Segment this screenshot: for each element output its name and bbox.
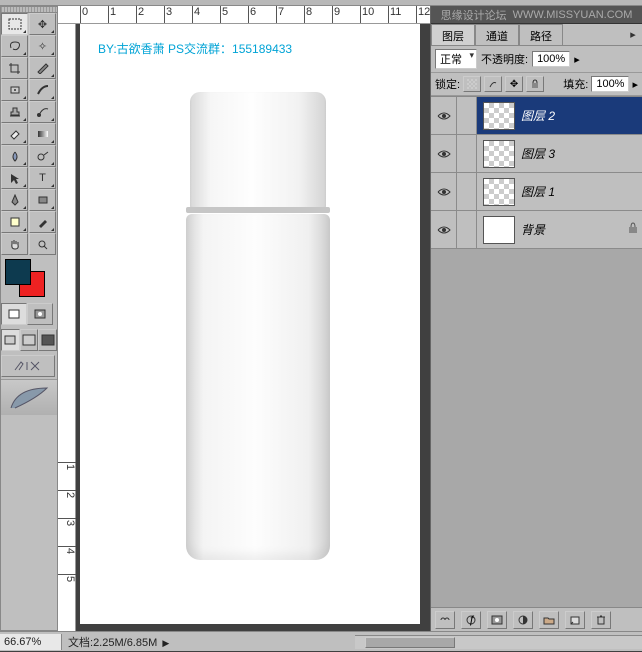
link-layers-button[interactable] <box>435 611 455 629</box>
link-column[interactable] <box>457 211 477 248</box>
toolbox: ✥ ✧ T <box>0 6 58 631</box>
notes-tool[interactable] <box>1 211 28 233</box>
lock-pixels-button[interactable] <box>484 76 502 92</box>
layer-thumbnail[interactable] <box>483 178 515 206</box>
doc-size: 2.25M/6.85M <box>93 637 157 649</box>
foreground-color-swatch[interactable] <box>5 259 31 285</box>
eraser-tool[interactable] <box>1 123 28 145</box>
status-bar: 66.67% 文档:2.25M/6.85M ▶ <box>0 631 642 651</box>
adjustment-layer-button[interactable] <box>513 611 533 629</box>
path-select-tool[interactable] <box>1 167 28 189</box>
panel-menu-icon[interactable]: ▸ <box>624 24 642 45</box>
layer-style-button[interactable]: ƒ <box>461 611 481 629</box>
quickmask-mode-button[interactable] <box>27 303 53 325</box>
screen-standard-button[interactable] <box>1 329 20 351</box>
opacity-label: 不透明度: <box>481 51 528 67</box>
status-flyout-icon[interactable]: ▶ <box>162 638 169 648</box>
bottle-ring-shape <box>186 207 330 213</box>
type-tool[interactable]: T <box>29 167 56 189</box>
bottle-cap-shape <box>190 92 326 210</box>
ruler-vertical[interactable]: 1 2 3 4 5 <box>58 24 76 631</box>
opacity-input[interactable]: 100% <box>532 51 570 67</box>
zoom-input[interactable]: 66.67% <box>0 634 62 650</box>
visibility-toggle[interactable] <box>431 173 457 210</box>
screen-full-button[interactable] <box>38 329 57 351</box>
fill-label: 填充: <box>563 76 588 92</box>
link-column[interactable] <box>457 135 477 172</box>
blur-tool[interactable] <box>1 145 28 167</box>
layer-thumbnail[interactable] <box>483 102 515 130</box>
move-tool[interactable]: ✥ <box>29 13 56 35</box>
lock-icon <box>624 222 642 237</box>
stamp-tool[interactable] <box>1 101 28 123</box>
ruler-horizontal[interactable]: 0 1 2 3 4 5 6 7 8 9 10 11 12 <box>58 6 430 24</box>
hand-tool[interactable] <box>1 233 28 255</box>
tab-paths[interactable]: 路径 <box>519 24 563 45</box>
link-column[interactable] <box>457 173 477 210</box>
svg-text:ƒ: ƒ <box>469 614 475 626</box>
watermark: 思缘设计论坛WWW.MISSYUAN.COM <box>431 6 642 24</box>
feather-logo <box>1 379 57 415</box>
brush-tool[interactable] <box>29 79 56 101</box>
fill-input[interactable]: 100% <box>591 76 629 92</box>
lock-label: 锁定: <box>435 76 460 92</box>
canvas[interactable]: BY:古欲香萧 PS交流群：155189433 <box>76 24 430 631</box>
marquee-tool[interactable] <box>1 13 28 35</box>
fill-flyout-icon[interactable]: ▸ <box>632 78 638 91</box>
tab-channels[interactable]: 通道 <box>475 24 519 45</box>
dodge-tool[interactable] <box>29 145 56 167</box>
layer-row[interactable]: 背景 <box>431 211 642 249</box>
blend-mode-select[interactable]: 正常 <box>435 49 477 69</box>
layer-thumbnail[interactable] <box>483 140 515 168</box>
heal-tool[interactable] <box>1 79 28 101</box>
shape-tool[interactable] <box>29 189 56 211</box>
delete-layer-button[interactable] <box>591 611 611 629</box>
horizontal-scrollbar[interactable] <box>355 635 642 649</box>
imageready-button[interactable] <box>1 355 55 377</box>
pen-tool[interactable] <box>1 189 28 211</box>
screen-full-menu-button[interactable] <box>20 329 39 351</box>
layer-row[interactable]: 图层 2 <box>431 97 642 135</box>
lock-transparency-button[interactable] <box>463 76 481 92</box>
bottle-body-shape <box>186 214 330 560</box>
lock-position-button[interactable]: ✥ <box>505 76 523 92</box>
layer-name[interactable]: 图层 3 <box>521 145 642 162</box>
eyedropper-tool[interactable] <box>29 211 56 233</box>
visibility-toggle[interactable] <box>431 211 457 248</box>
lasso-tool[interactable] <box>1 35 28 57</box>
layer-mask-button[interactable] <box>487 611 507 629</box>
opacity-flyout-icon[interactable]: ▸ <box>574 53 580 66</box>
credit-text: BY:古欲香萧 PS交流群：155189433 <box>98 40 292 57</box>
lock-all-button[interactable] <box>526 76 544 92</box>
doc-label: 文档: <box>68 637 93 649</box>
gradient-tool[interactable] <box>29 123 56 145</box>
crop-tool[interactable] <box>1 57 28 79</box>
new-layer-button[interactable] <box>565 611 585 629</box>
wand-tool[interactable]: ✧ <box>29 35 56 57</box>
layer-name[interactable]: 图层 1 <box>521 183 642 200</box>
new-group-button[interactable] <box>539 611 559 629</box>
artboard: BY:古欲香萧 PS交流群：155189433 <box>80 24 420 624</box>
history-brush-tool[interactable] <box>29 101 56 123</box>
visibility-toggle[interactable] <box>431 97 457 134</box>
standard-mode-button[interactable] <box>1 303 27 325</box>
slice-tool[interactable] <box>29 57 56 79</box>
zoom-tool[interactable] <box>29 233 56 255</box>
layer-row[interactable]: 图层 3 <box>431 135 642 173</box>
layer-name[interactable]: 图层 2 <box>521 107 642 124</box>
layer-thumbnail[interactable] <box>483 216 515 244</box>
layer-row[interactable]: 图层 1 <box>431 173 642 211</box>
layer-name[interactable]: 背景 <box>521 221 624 238</box>
link-column[interactable] <box>457 97 477 134</box>
tab-layers[interactable]: 图层 <box>431 24 475 45</box>
visibility-toggle[interactable] <box>431 135 457 172</box>
layers-list: 图层 2 图层 3 图层 1 背景 <box>431 96 642 607</box>
